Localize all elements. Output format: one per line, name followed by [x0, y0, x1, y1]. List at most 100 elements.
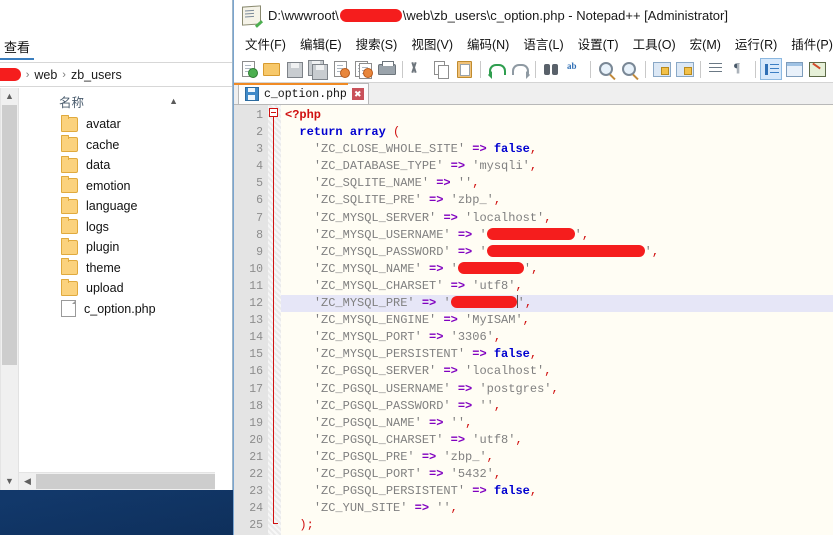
show-all-chars-icon[interactable]: ¶	[728, 58, 750, 80]
menu-item-n[interactable]: 编码(N)	[460, 31, 516, 56]
code-line[interactable]: 'ZC_MYSQL_USERNAME' => ' ',	[281, 227, 833, 244]
code-line[interactable]: 'ZC_PGSQL_PORT' => '5432',	[281, 466, 833, 483]
code-line[interactable]: 'ZC_MYSQL_CHARSET' => 'utf8',	[281, 278, 833, 295]
explorer-address-bar[interactable]: « › web › zb_users	[0, 62, 232, 87]
file-list-item[interactable]: c_option.php	[19, 299, 232, 320]
zoom-out-icon[interactable]	[618, 58, 640, 80]
save-icon[interactable]	[283, 58, 305, 80]
file-list-item[interactable]: avatar	[19, 114, 232, 135]
code-line[interactable]: 'ZC_MYSQL_NAME' => ' ',	[281, 261, 833, 278]
zoom-in-icon[interactable]	[595, 58, 617, 80]
file-list-item[interactable]: data	[19, 155, 232, 176]
code-line[interactable]: 'ZC_SQLITE_PRE' => 'zbp_',	[281, 192, 833, 209]
document-map-icon[interactable]	[806, 58, 828, 80]
file-list-item[interactable]: cache	[19, 135, 232, 156]
breadcrumb-item-web[interactable]: web	[34, 68, 57, 82]
menu-item-s[interactable]: 搜索(S)	[349, 31, 405, 56]
redo-icon[interactable]	[508, 58, 530, 80]
sync-horizontal-icon[interactable]	[673, 58, 695, 80]
code-line[interactable]: );	[281, 517, 833, 534]
menu-item-p[interactable]: 插件(P)	[784, 31, 833, 56]
file-list-item[interactable]: language	[19, 196, 232, 217]
code-text-area[interactable]: <?php return array ( 'ZC_CLOSE_WHOLE_SIT…	[281, 105, 833, 535]
code-line[interactable]: 'ZC_PGSQL_PERSISTENT' => false,	[281, 483, 833, 500]
copy-icon[interactable]	[430, 58, 452, 80]
code-line[interactable]: 'ZC_PGSQL_PRE' => 'zbp_',	[281, 449, 833, 466]
column-header-name[interactable]: 名称	[59, 92, 84, 111]
code-line[interactable]: 'ZC_MYSQL_PASSWORD' => ' ',	[281, 244, 833, 261]
code-line[interactable]: 'ZC_PGSQL_SERVER' => 'localhost',	[281, 363, 833, 380]
file-list-pane[interactable]: 名称 ▲ avatar cache data emotion language logs p…	[19, 88, 232, 490]
code-line[interactable]: 'ZC_YUN_SITE' => '',	[281, 500, 833, 517]
fold-toggle-icon[interactable]	[269, 108, 278, 117]
print-icon[interactable]	[375, 58, 397, 80]
file-list-item[interactable]: logs	[19, 217, 232, 238]
explorer-vertical-scrollbar[interactable]: ▲ ▼	[0, 88, 18, 490]
undo-icon[interactable]	[485, 58, 507, 80]
close-icon[interactable]: ✖	[351, 88, 364, 100]
code-line[interactable]: 'ZC_MYSQL_PRE' => ' ',	[281, 295, 833, 313]
code-line[interactable]: 'ZC_CLOSE_WHOLE_SITE' => false,	[281, 141, 833, 158]
code-token: '	[523, 261, 532, 276]
code-token: '	[479, 244, 487, 259]
file-list-item[interactable]: theme	[19, 258, 232, 279]
scrollbar-thumb-horizontal[interactable]	[36, 474, 215, 489]
paste-icon[interactable]	[453, 58, 475, 80]
file-list-item[interactable]: plugin	[19, 237, 232, 258]
menu-item-r[interactable]: 运行(R)	[728, 31, 784, 56]
code-line[interactable]: 'ZC_SQLITE_NAME' => '',	[281, 175, 833, 192]
code-line[interactable]: 'ZC_PGSQL_NAME' => '',	[281, 415, 833, 432]
ribbon-tab-view[interactable]: 查看	[0, 35, 35, 60]
menu-item-o[interactable]: 工具(O)	[626, 31, 683, 56]
save-all-icon[interactable]	[306, 58, 328, 80]
find-icon[interactable]	[540, 58, 562, 80]
code-line[interactable]: 'ZC_MYSQL_ENGINE' => 'MyISAM',	[281, 312, 833, 329]
open-file-icon[interactable]	[260, 58, 282, 80]
close-file-icon[interactable]	[329, 58, 351, 80]
file-list-item[interactable]: upload	[19, 278, 232, 299]
code-line[interactable]: 'ZC_MYSQL_PORT' => '3306',	[281, 329, 833, 346]
editor-tab-c-option-php[interactable]: c_option.php ✖	[238, 83, 369, 104]
scroll-down-icon[interactable]: ▼	[1, 473, 18, 490]
function-list-icon[interactable]	[829, 58, 833, 80]
menu-item-e[interactable]: 编辑(E)	[293, 31, 349, 56]
code-line[interactable]: 'ZC_PGSQL_PASSWORD' => '',	[281, 398, 833, 415]
user-defined-dialog-icon[interactable]	[783, 58, 805, 80]
breadcrumb-item-zb-users[interactable]: zb_users	[71, 68, 122, 82]
code-token: 'zbp_'	[443, 449, 487, 464]
sort-ascending-icon[interactable]: ▲	[169, 96, 178, 106]
code-token: =>	[450, 278, 466, 293]
code-line[interactable]: <?php	[281, 107, 833, 124]
code-line[interactable]: return array (	[281, 124, 833, 141]
code-token: 'ZC_PGSQL_PRE'	[313, 449, 415, 464]
file-list-header: 名称 ▲	[19, 88, 232, 114]
scroll-up-icon[interactable]: ▲	[1, 88, 18, 105]
indent-guide-icon[interactable]	[760, 58, 782, 80]
code-line[interactable]: 'ZC_DATABASE_TYPE' => 'mysqli',	[281, 158, 833, 175]
menu-item-m[interactable]: 宏(M)	[683, 31, 728, 56]
replace-icon[interactable]: ab	[563, 58, 585, 80]
menu-item-f[interactable]: 文件(F)	[238, 31, 293, 56]
new-file-icon[interactable]	[237, 58, 259, 80]
menu-item-l[interactable]: 语言(L)	[516, 31, 570, 56]
explorer-horizontal-scrollbar[interactable]: ◀	[19, 472, 215, 490]
word-wrap-icon[interactable]	[705, 58, 727, 80]
menu-item-t[interactable]: 设置(T)	[571, 31, 626, 56]
cut-icon[interactable]	[407, 58, 429, 80]
code-line[interactable]: 'ZC_PGSQL_CHARSET' => 'utf8',	[281, 432, 833, 449]
scrollbar-thumb[interactable]	[2, 105, 17, 365]
scroll-left-icon[interactable]: ◀	[19, 473, 36, 490]
code-line[interactable]: 'ZC_PGSQL_USERNAME' => 'postgres',	[281, 381, 833, 398]
navigation-pane[interactable]: 📌 📌 📌 📌 ▲ ▼	[0, 88, 19, 490]
file-list-item[interactable]: emotion	[19, 176, 232, 197]
notepadpp-title-bar[interactable]: D:\wwwroot\ \web\zb_users\c_option.php -…	[234, 0, 833, 30]
breadcrumb-redacted-segment[interactable]	[0, 68, 21, 81]
code-editor[interactable]: 1 2 3 4 5 6 7 8 9 10 11 12 13 14 15 16 17 18 19 20 21 22 23 24 2…	[234, 105, 833, 535]
close-all-icon[interactable]	[352, 58, 374, 80]
code-folding-margin[interactable]	[268, 105, 281, 535]
code-line[interactable]: 'ZC_MYSQL_PERSISTENT' => false,	[281, 346, 833, 363]
sync-vertical-icon[interactable]	[650, 58, 672, 80]
menu-item-v[interactable]: 视图(V)	[404, 31, 460, 56]
code-line[interactable]: 'ZC_MYSQL_SERVER' => 'localhost',	[281, 210, 833, 227]
